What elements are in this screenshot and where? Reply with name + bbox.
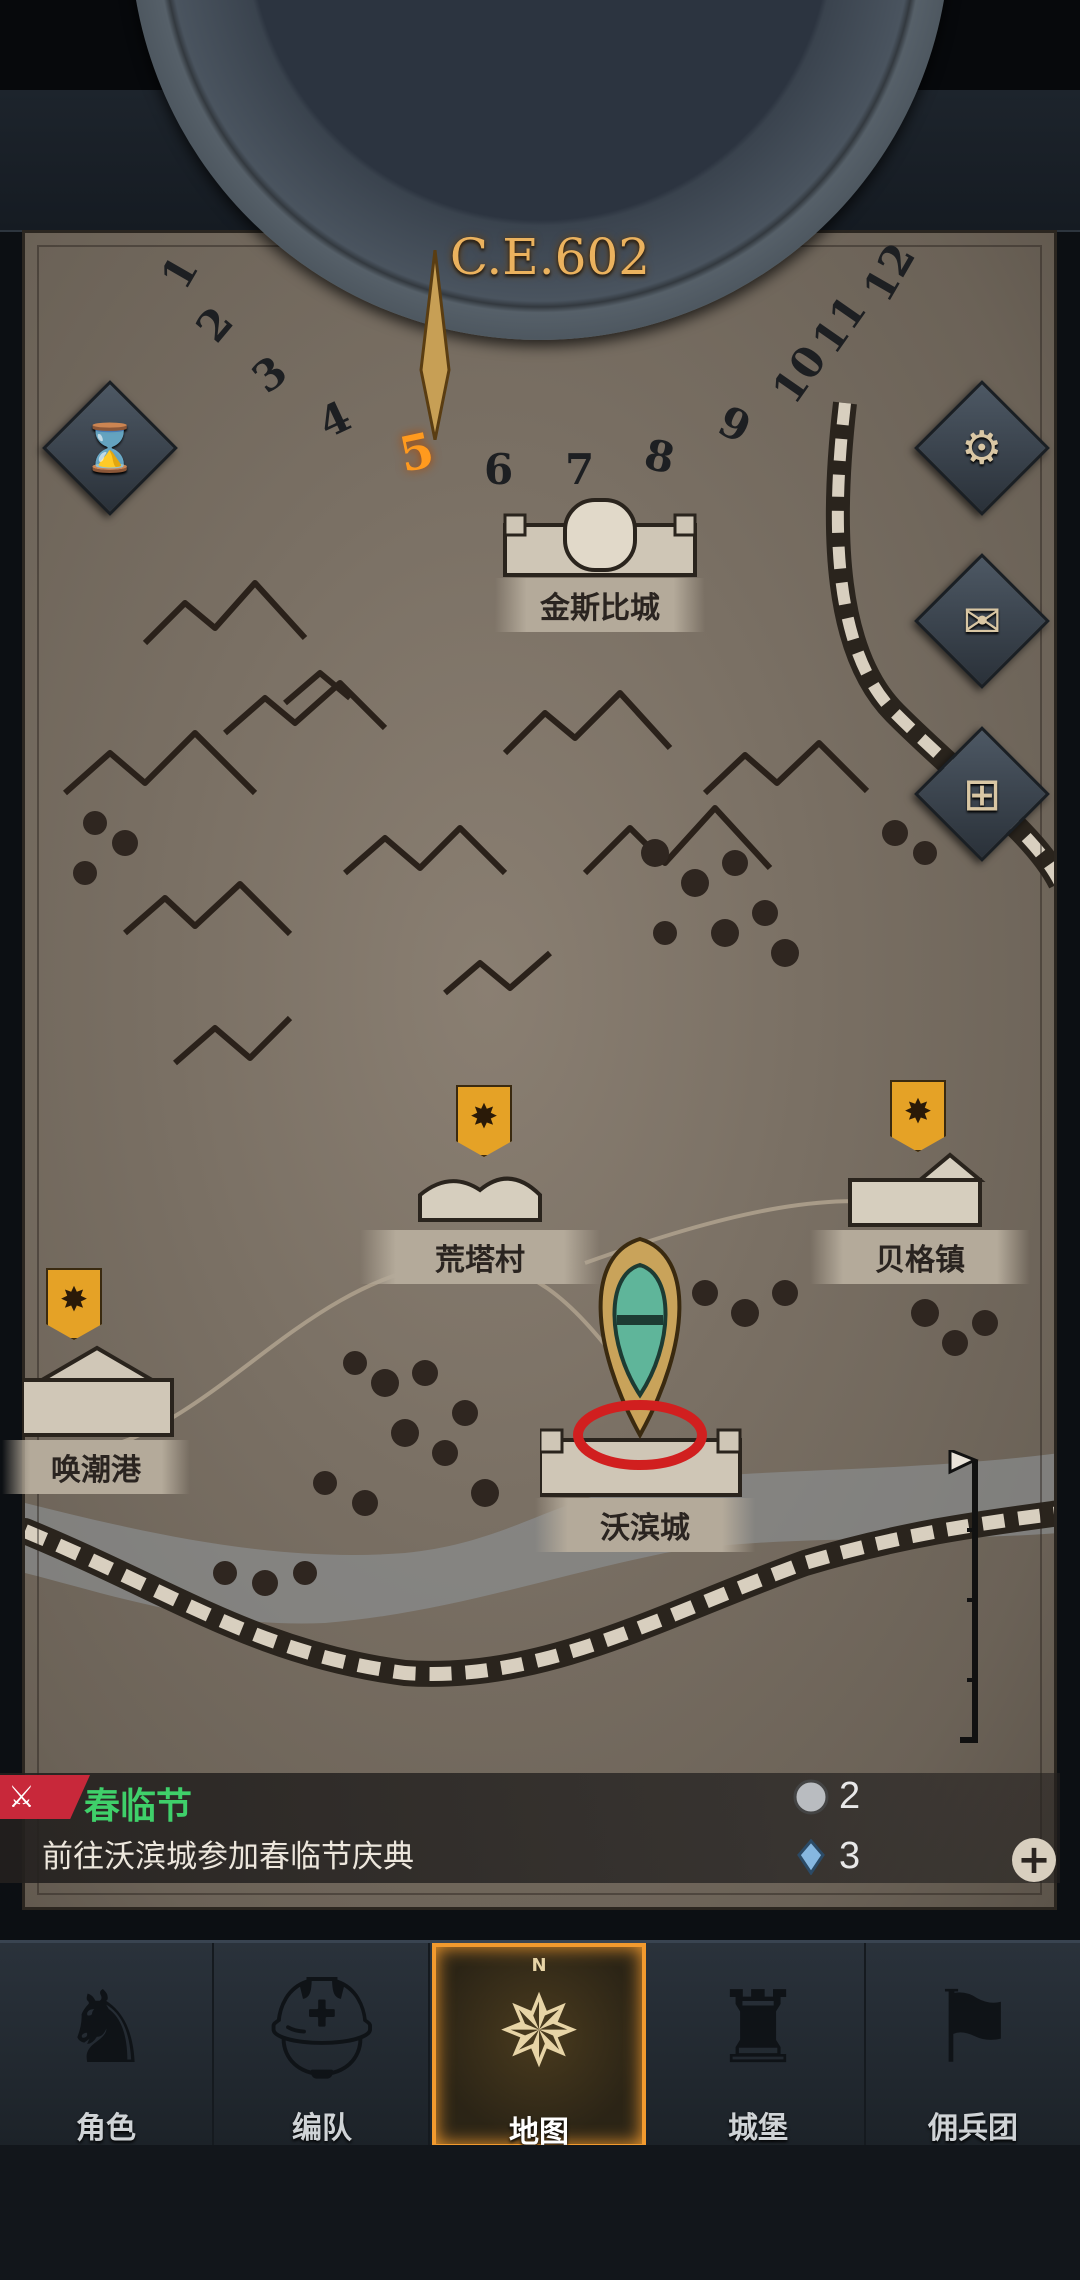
village-icon (418, 1176, 542, 1222)
town-huangta[interactable]: 荒塔村 (360, 1160, 600, 1284)
envelope-icon: ✉ (962, 593, 1002, 648)
compass-icon: ✵ (497, 1973, 581, 2090)
helmet-icon: ⛑ (258, 1969, 386, 2086)
nav-label: 编队 (292, 2112, 352, 2145)
progress-flag-icon (948, 1450, 979, 1743)
quest-description: 前往沃滨城参加春临节庆典 (42, 1839, 414, 1874)
player-marker-icon[interactable] (565, 1235, 715, 1485)
town-label: 沃滨城 (535, 1498, 755, 1552)
nav-item-mercenary[interactable]: ⚑ 佣兵团 (866, 1943, 1080, 2148)
town-icon (848, 1152, 986, 1227)
castle-icon: ♜ (713, 1969, 803, 2086)
castle-icon (503, 498, 697, 577)
silver-count: 2 (839, 1775, 861, 1817)
quest-title: 春临节 (84, 1785, 193, 1826)
port-icon (20, 1345, 174, 1437)
bottom-frame (0, 2145, 1080, 2280)
silver-coin-icon (793, 1779, 829, 1814)
window-icon: ⊞ (962, 766, 1002, 821)
nav-item-castle[interactable]: ♜ 城堡 (652, 1943, 866, 2148)
gear-icon: ⚙ (961, 421, 1003, 475)
town-label: 荒塔村 (360, 1230, 600, 1284)
knight-icon: ♞ (61, 1969, 151, 2086)
bottom-nav: ♞ 角色 ⛑ 编队 N ✵ 地图 ♜ 城堡 ⚑ 佣兵团 (0, 1940, 1080, 2149)
town-label: 贝格镇 (810, 1230, 1030, 1284)
crossed-swords-icon: ⚔ (0, 1775, 90, 1819)
town-huanchao[interactable]: 唤潮港 (2, 1340, 192, 1494)
crystal-count: 3 (839, 1835, 861, 1877)
nav-item-formation[interactable]: ⛑ 编队 (216, 1943, 430, 2148)
dial-needle (419, 250, 451, 440)
town-kingsbi[interactable]: 金斯比城 (495, 480, 705, 632)
nav-label: 城堡 (728, 2112, 788, 2145)
crystal-icon (797, 1838, 825, 1875)
nav-label: 角色 (76, 2112, 136, 2145)
calendar-year: C.E.602 (449, 228, 651, 286)
resource-silver: 2 (793, 1775, 860, 1818)
nav-item-character[interactable]: ♞ 角色 (0, 1943, 214, 2148)
quest-bar[interactable]: ⚔ 春临节 前往沃滨城参加春临节庆典 (0, 1773, 1060, 1883)
hourglass-icon: ⌛ (81, 421, 139, 475)
resource-crystal: 3 (793, 1835, 860, 1878)
nav-label: 佣兵团 (928, 2112, 1018, 2145)
mercenary-flag-icon: ⚑ (928, 1969, 1018, 2086)
add-resource-button[interactable]: + (1012, 1838, 1056, 1882)
town-label: 金斯比城 (495, 578, 705, 632)
town-beige[interactable]: 贝格镇 (810, 1150, 1030, 1284)
nav-item-map[interactable]: N ✵ 地图 (432, 1943, 646, 2149)
town-label: 唤潮港 (2, 1440, 190, 1494)
